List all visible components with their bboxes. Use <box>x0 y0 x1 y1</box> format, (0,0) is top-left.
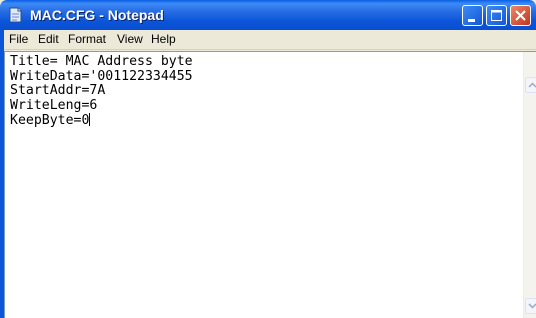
menu-bar: File Edit Format View Help <box>4 30 536 50</box>
editor-line: WriteLeng=6 <box>10 97 98 113</box>
editor-line: StartAddr=7A <box>10 83 106 98</box>
chevron-up-icon <box>528 82 536 88</box>
vertical-scrollbar[interactable] <box>523 52 536 318</box>
chevron-down-icon <box>528 303 536 309</box>
scroll-up-button[interactable] <box>525 77 536 93</box>
window-title: MAC.CFG - Notepad <box>30 7 164 23</box>
close-icon <box>515 10 526 21</box>
text-editor[interactable]: Title= MAC Address byte WriteData='00112… <box>4 51 536 318</box>
notepad-icon[interactable] <box>9 7 22 23</box>
editor-line: WriteData='001122334455 <box>10 68 193 84</box>
notepad-window: MAC.CFG - Notepad File Edit Format View … <box>0 0 536 318</box>
menu-edit[interactable]: Edit <box>38 32 59 46</box>
editor-content[interactable]: Title= MAC Address byte WriteData='00112… <box>10 54 193 129</box>
maximize-icon <box>491 10 502 21</box>
minimize-button[interactable] <box>462 5 483 26</box>
close-button[interactable] <box>510 5 531 26</box>
scroll-down-button[interactable] <box>525 298 536 314</box>
editor-line: Title= MAC Address byte <box>10 54 193 69</box>
menu-help[interactable]: Help <box>151 32 176 46</box>
menu-file[interactable]: File <box>9 32 28 46</box>
text-caret <box>89 113 91 126</box>
maximize-button[interactable] <box>486 5 507 26</box>
menu-view[interactable]: View <box>117 32 143 46</box>
minimize-icon <box>468 19 475 22</box>
title-bar[interactable]: MAC.CFG - Notepad <box>0 0 536 30</box>
editor-line: KeepByte=0 <box>10 113 90 128</box>
menu-format[interactable]: Format <box>68 32 106 46</box>
